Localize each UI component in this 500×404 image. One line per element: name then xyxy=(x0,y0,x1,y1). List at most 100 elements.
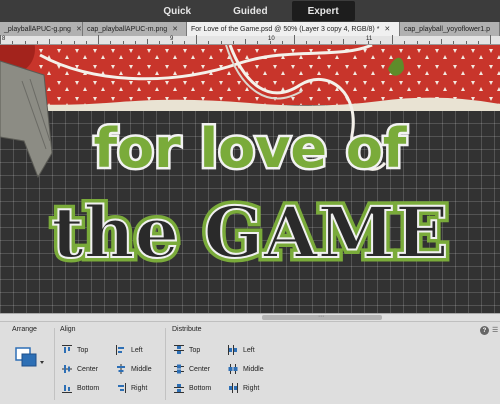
ruler-tick xyxy=(24,41,26,44)
ruler-tick xyxy=(85,41,87,44)
ruler-tick xyxy=(0,35,1,44)
tool-options-panel: Arrange Align Distribute Top Center Bott… xyxy=(0,321,500,404)
align-bottom-button[interactable]: Bottom xyxy=(62,382,99,394)
title-line-2-outline: the GAME xyxy=(51,191,448,274)
document-tabs: _playballAPUC-g.png ✕ cap_playballAPUC-m… xyxy=(0,22,500,36)
divider xyxy=(165,328,166,400)
ruler-tick xyxy=(208,41,210,44)
close-icon[interactable]: ✕ xyxy=(76,25,82,33)
align-hmiddle-icon xyxy=(117,364,125,374)
ruler-tick xyxy=(465,41,467,44)
burlap-ribbon xyxy=(0,60,53,179)
ruler-tick xyxy=(73,41,75,44)
close-icon[interactable]: ✕ xyxy=(172,25,178,33)
panel-menu-icon[interactable]: ☰ xyxy=(492,326,498,334)
ruler-tick xyxy=(490,35,491,44)
mode-expert[interactable]: Expert xyxy=(291,1,355,21)
tab-doc-active[interactable]: For Love of the Game.psd @ 50% (Layer 3 … xyxy=(187,22,400,36)
tab-doc-2[interactable]: cap_playballAPUC-m.png ✕ xyxy=(83,22,187,36)
mode-bar: Quick Guided Expert xyxy=(0,0,500,22)
align-top-button[interactable]: Top xyxy=(62,344,88,356)
distribute-left-label: Left xyxy=(243,346,255,354)
ruler-tick xyxy=(269,41,271,44)
align-left-button[interactable]: Left xyxy=(116,344,143,356)
align-center-button[interactable]: Center xyxy=(62,363,98,375)
artwork: for love of the GAME the GAME xyxy=(0,45,500,279)
align-right-button[interactable]: Right xyxy=(116,382,147,394)
distribute-top-label: Top xyxy=(189,346,201,354)
close-icon[interactable]: ✕ xyxy=(384,25,390,33)
ruler-tick xyxy=(232,41,234,44)
ruler-tick xyxy=(477,41,479,44)
help-icon[interactable]: ? xyxy=(480,326,489,335)
distribute-left-icon xyxy=(228,345,237,355)
tab-doc-4[interactable]: cap_playball_yoyoflower1.p xyxy=(400,22,500,36)
ruler-tick xyxy=(392,35,393,44)
ruler-tick xyxy=(171,41,173,44)
distribute-top-button[interactable]: Top xyxy=(174,344,200,356)
distribute-left-button[interactable]: Left xyxy=(228,344,255,356)
align-right-icon xyxy=(118,383,126,393)
align-title: Align xyxy=(60,326,76,333)
horizontal-scrollbar[interactable]: ⋯ xyxy=(0,313,500,321)
ruler-tick xyxy=(122,41,124,44)
distribute-middle-button[interactable]: Middle xyxy=(228,363,264,375)
distribute-right-button[interactable]: Right xyxy=(228,382,259,394)
ruler-tick xyxy=(306,41,308,44)
distribute-hmiddle-icon xyxy=(228,364,238,374)
align-bottom-label: Bottom xyxy=(77,384,100,392)
distribute-center-button[interactable]: Center xyxy=(174,363,210,375)
arrange-title: Arrange xyxy=(12,326,37,333)
ruler-tick xyxy=(428,41,430,44)
distribute-bottom-button[interactable]: Bottom xyxy=(174,382,211,394)
ruler-tick xyxy=(245,39,246,44)
align-center-label: Center xyxy=(77,365,99,373)
divider xyxy=(54,328,55,400)
ruler-tick xyxy=(98,35,99,44)
ruler-tick xyxy=(134,41,136,44)
ruler-tick xyxy=(49,39,50,44)
align-middle-button[interactable]: Middle xyxy=(116,363,152,375)
align-top-label: Top xyxy=(77,346,89,354)
align-vcenter-icon xyxy=(62,365,72,373)
ruler-tick xyxy=(220,41,222,44)
ruler-tick xyxy=(355,41,357,44)
align-bottom-icon xyxy=(62,385,72,393)
ruler-tick xyxy=(110,41,112,44)
tab-doc-1[interactable]: _playballAPUC-g.png ✕ xyxy=(0,22,83,36)
ruler-tick xyxy=(404,41,406,44)
align-top-icon xyxy=(62,345,72,353)
mode-quick[interactable]: Quick xyxy=(145,1,209,21)
ruler-label: 8 xyxy=(2,36,6,42)
title-line-1: for love of xyxy=(94,117,407,180)
ruler-tick xyxy=(318,41,320,44)
ruler-tick xyxy=(343,39,344,44)
ruler-tick xyxy=(367,41,369,44)
arrange-icon[interactable] xyxy=(12,346,46,374)
ruler-tick xyxy=(453,41,455,44)
ruler-tick xyxy=(441,39,442,44)
distribute-top-icon xyxy=(174,345,184,354)
ruler-tick xyxy=(196,35,197,44)
document-canvas[interactable]: for love of the GAME the GAME xyxy=(0,45,500,313)
ruler-tick xyxy=(159,41,161,44)
mode-guided[interactable]: Guided xyxy=(215,1,285,21)
distribute-title: Distribute xyxy=(172,326,202,333)
ruler-tick xyxy=(36,41,38,44)
ruler-tick xyxy=(379,41,381,44)
align-middle-label: Middle xyxy=(131,365,152,373)
ruler-tick xyxy=(257,41,259,44)
tab-label: _playballAPUC-g.png xyxy=(4,25,71,33)
tab-label: cap_playball_yoyoflower1.p xyxy=(404,25,490,33)
red-paper-band xyxy=(0,45,500,105)
ruler-tick xyxy=(281,41,283,44)
distribute-bottom-icon xyxy=(174,384,184,393)
ruler-tick xyxy=(416,41,418,44)
ruler-tick xyxy=(183,41,185,44)
tab-label: cap_playballAPUC-m.png xyxy=(87,25,168,33)
distribute-middle-label: Middle xyxy=(243,365,264,373)
align-left-icon xyxy=(116,345,124,355)
distribute-right-icon xyxy=(229,383,238,393)
ruler-tick xyxy=(147,39,148,44)
align-left-label: Left xyxy=(131,346,143,354)
